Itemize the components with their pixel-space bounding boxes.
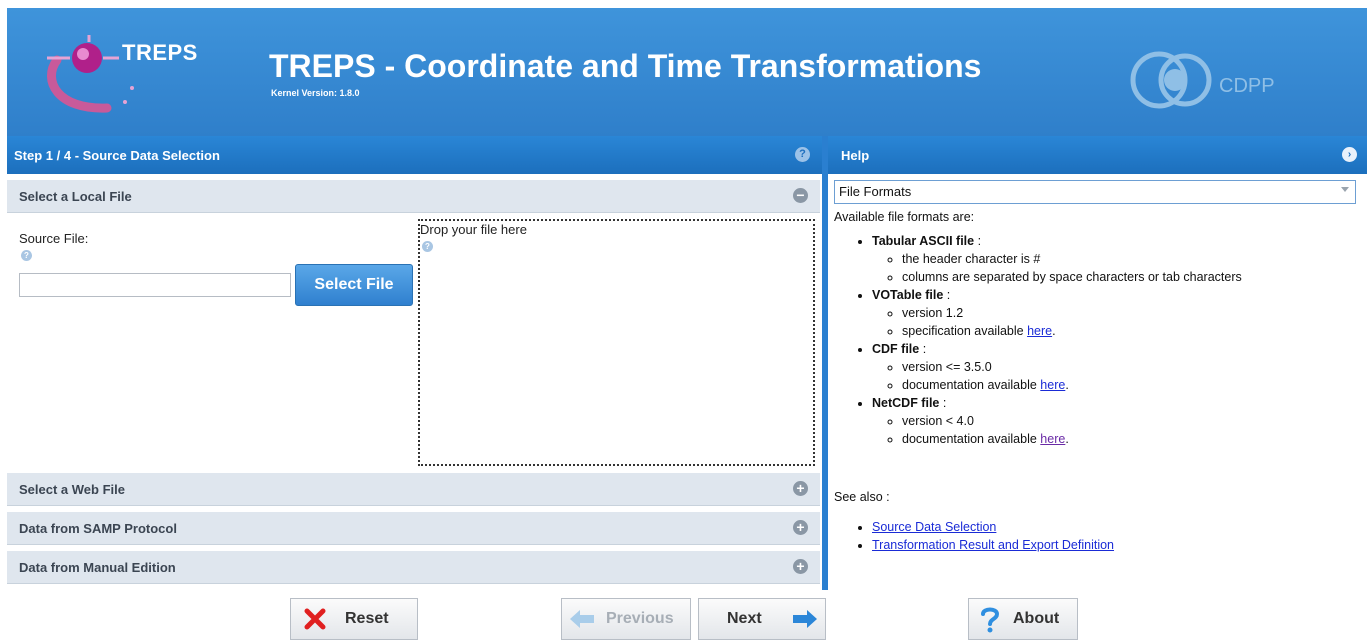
help-title: Help xyxy=(841,148,870,163)
format-detail: specification available here. xyxy=(902,322,1364,340)
see-also-link[interactable]: Source Data Selection xyxy=(872,520,996,534)
format-item: Tabular ASCII file : the header characte… xyxy=(872,232,1364,286)
section-samp[interactable]: Data from SAMP Protocol + xyxy=(7,512,820,545)
collapse-icon[interactable]: − xyxy=(793,188,808,203)
help-topic-select[interactable]: File Formats xyxy=(834,180,1356,204)
see-also-link[interactable]: Transformation Result and Export Definit… xyxy=(872,538,1114,552)
step-title: Step 1 / 4 - Source Data Selection xyxy=(14,148,220,163)
expand-icon[interactable]: + xyxy=(793,481,808,496)
arrow-right-icon xyxy=(791,608,819,635)
section-label: Select a Web File xyxy=(19,482,125,497)
format-detail-text: documentation available xyxy=(902,378,1041,392)
app-title: TREPS - Coordinate and Time Transformati… xyxy=(269,48,982,84)
format-name: Tabular ASCII file xyxy=(872,234,975,248)
cdpp-logo-text: CDPP xyxy=(1219,75,1275,97)
here-link[interactable]: here xyxy=(1040,432,1065,446)
format-detail: the header character is # xyxy=(902,250,1364,268)
chevron-down-icon[interactable] xyxy=(1341,187,1349,192)
previous-label: Previous xyxy=(606,610,674,627)
format-detail: documentation available here. xyxy=(902,376,1364,394)
format-item: NetCDF file : version < 4.0 documentatio… xyxy=(872,394,1364,448)
collapse-arrow-icon[interactable]: › xyxy=(1342,147,1357,162)
reset-button[interactable]: Reset xyxy=(290,598,418,640)
format-detail: columns are separated by space character… xyxy=(902,268,1364,286)
wizard-panel-header: Step 1 / 4 - Source Data Selection ? xyxy=(7,136,822,174)
help-intro: Available file formats are: xyxy=(834,210,975,224)
close-icon xyxy=(303,607,327,636)
logo-text: TREPS xyxy=(122,40,198,65)
about-button[interactable]: About xyxy=(968,598,1078,640)
source-file-input[interactable] xyxy=(19,273,291,297)
expand-icon[interactable]: + xyxy=(793,520,808,535)
see-also-list: Source Data Selection Transformation Res… xyxy=(834,518,1354,554)
question-icon xyxy=(979,605,1001,638)
expand-icon[interactable]: + xyxy=(793,559,808,574)
see-also-item: Source Data Selection xyxy=(872,518,1354,536)
select-file-button[interactable]: Select File xyxy=(295,264,413,306)
reset-label: Reset xyxy=(345,610,389,627)
format-item: VOTable file : version 1.2 specification… xyxy=(872,286,1364,340)
section-label: Data from SAMP Protocol xyxy=(19,521,177,536)
see-also-label: See also : xyxy=(834,490,890,504)
drop-zone-text: Drop your file here xyxy=(420,222,527,237)
help-panel: Help › File Formats Available file forma… xyxy=(828,136,1367,590)
format-list: Tabular ASCII file : the header characte… xyxy=(834,232,1364,448)
format-name: VOTable file xyxy=(872,288,944,302)
question-icon[interactable]: ? xyxy=(795,147,810,162)
next-button[interactable]: Next xyxy=(698,598,826,640)
section-manual-edition[interactable]: Data from Manual Edition + xyxy=(7,551,820,584)
kernel-version: Kernel Version: 1.8.0 xyxy=(271,88,360,98)
arrow-left-icon xyxy=(568,608,596,635)
wizard-panel: Step 1 / 4 - Source Data Selection ? Sel… xyxy=(7,136,822,590)
format-name: CDF file xyxy=(872,342,920,356)
previous-button[interactable]: Previous xyxy=(561,598,691,640)
about-label: About xyxy=(1013,610,1060,627)
source-file-label: Source File: xyxy=(19,231,89,246)
format-detail: version < 4.0 xyxy=(902,412,1364,430)
info-icon[interactable]: ? xyxy=(422,241,433,252)
format-detail: version 1.2 xyxy=(902,304,1364,322)
format-name: NetCDF file xyxy=(872,396,940,410)
format-detail: documentation available here. xyxy=(902,430,1364,448)
format-detail-text: documentation available xyxy=(902,432,1041,446)
help-panel-header: Help › xyxy=(828,136,1367,174)
info-icon[interactable]: ? xyxy=(21,250,32,261)
format-detail-text: specification available xyxy=(902,324,1028,338)
help-content: Available file formats are: Tabular ASCI… xyxy=(834,208,1364,552)
section-local-file[interactable]: Select a Local File − xyxy=(7,180,820,213)
app-header: TREPS TREPS - Coordinate and Time Transf… xyxy=(7,8,1367,136)
here-link[interactable]: here xyxy=(1027,324,1052,338)
here-link[interactable]: here xyxy=(1040,378,1065,392)
format-detail: version <= 3.5.0 xyxy=(902,358,1364,376)
file-drop-zone[interactable]: Drop your file here ? xyxy=(418,219,815,466)
format-item: CDF file : version <= 3.5.0 documentatio… xyxy=(872,340,1364,394)
see-also-item: Transformation Result and Export Definit… xyxy=(872,536,1354,554)
next-label: Next xyxy=(727,610,762,627)
cdpp-logo: CDPP xyxy=(1117,46,1317,116)
help-topic-value: File Formats xyxy=(839,184,912,199)
section-label: Data from Manual Edition xyxy=(19,560,176,575)
section-label: Select a Local File xyxy=(19,189,132,204)
section-web-file[interactable]: Select a Web File + xyxy=(7,473,820,506)
